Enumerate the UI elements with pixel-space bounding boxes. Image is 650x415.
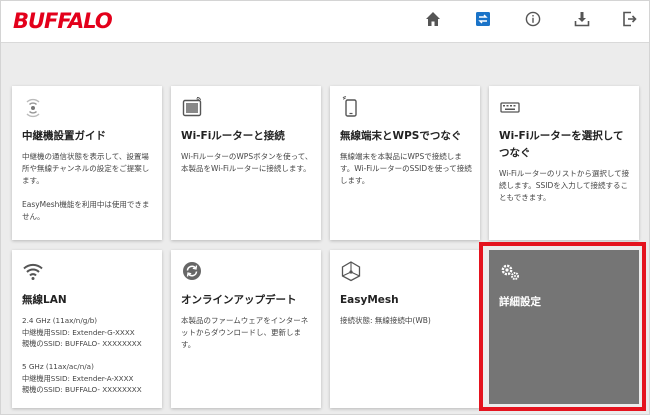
home-button[interactable]	[419, 7, 447, 31]
card-wireless-wps[interactable]: 無線端末とWPSでつなぐ 無線端末を本製品にWPSで接続します。Wi-Fiルータ…	[330, 86, 480, 240]
info-icon	[525, 11, 541, 27]
info-button[interactable]	[519, 7, 547, 31]
home-icon	[426, 12, 440, 26]
card-title: 無線端末とWPSでつなぐ	[340, 130, 462, 142]
mesh-network-icon	[341, 261, 361, 282]
card-title: 中継機設置ガイド	[22, 130, 106, 142]
buffalo-logo: BUFFALO	[13, 9, 113, 33]
card-title: 無線LAN	[22, 294, 67, 306]
router-wps-icon	[182, 96, 202, 117]
refresh-icon	[183, 262, 201, 280]
card-title: Wi-Fiルーターを選択してつなぐ	[499, 130, 624, 159]
logout-icon	[623, 11, 637, 27]
card-easymesh[interactable]: EasyMesh 接続状態: 無線接続中(WB)	[330, 250, 480, 408]
card-description: 無線端末を本製品にWPSで接続します。Wi-FiルーターのSSIDを使って接続し…	[340, 152, 472, 185]
signal-waves-icon	[26, 98, 40, 118]
card-description: 2.4 GHz (11ax/n/g/b) 中継機用SSID: Extender-…	[22, 316, 142, 394]
card-title: Wi-Fiルーターと接続	[181, 130, 285, 142]
card-description: 接続状態: 無線接続中(WB)	[340, 316, 431, 325]
card-title: EasyMesh	[340, 294, 399, 306]
network-button[interactable]	[469, 7, 497, 31]
card-online-update[interactable]: オンラインアップデート 本製品のファームウェアをインターネットからダウンロードし…	[171, 250, 321, 408]
card-select-router[interactable]: Wi-Fiルーターを選択してつなぐ Wi-Fiルーターのリストから選択して接続し…	[489, 86, 639, 240]
network-transfer-icon	[476, 12, 490, 26]
logout-button[interactable]	[616, 7, 644, 31]
card-description: Wi-FiルーターのWPSボタンを使って、本製品をWi-Fiルーターに接続します…	[181, 152, 313, 173]
download-icon	[574, 12, 590, 27]
selection-highlight	[479, 242, 646, 411]
smartphone-icon	[342, 96, 357, 117]
download-button[interactable]	[568, 7, 596, 31]
card-extender-setup-guide[interactable]: 中継機設置ガイド 中継機の通信状態を表示して、設置場所や無線チャンネルの設定をご…	[12, 86, 162, 240]
keyboard-icon	[500, 102, 520, 113]
card-description: 中継機の通信状態を表示して、設置場所や無線チャンネルの設定をご提案します。 Ea…	[22, 152, 150, 221]
card-title: オンラインアップデート	[181, 294, 297, 306]
top-header: BUFFALO	[1, 1, 649, 43]
card-description: Wi-Fiルーターのリストから選択して接続します。SSIDを入力して接続すること…	[499, 169, 630, 202]
card-wireless-lan[interactable]: 無線LAN 2.4 GHz (11ax/n/g/b) 中継機用SSID: Ext…	[12, 250, 162, 408]
card-description: 本製品のファームウェアをインターネットからダウンロードし、更新します。	[181, 316, 309, 349]
card-connect-router[interactable]: Wi-Fiルーターと接続 Wi-FiルーターのWPSボタンを使って、本製品をWi…	[171, 86, 321, 240]
wifi-icon	[23, 263, 43, 280]
